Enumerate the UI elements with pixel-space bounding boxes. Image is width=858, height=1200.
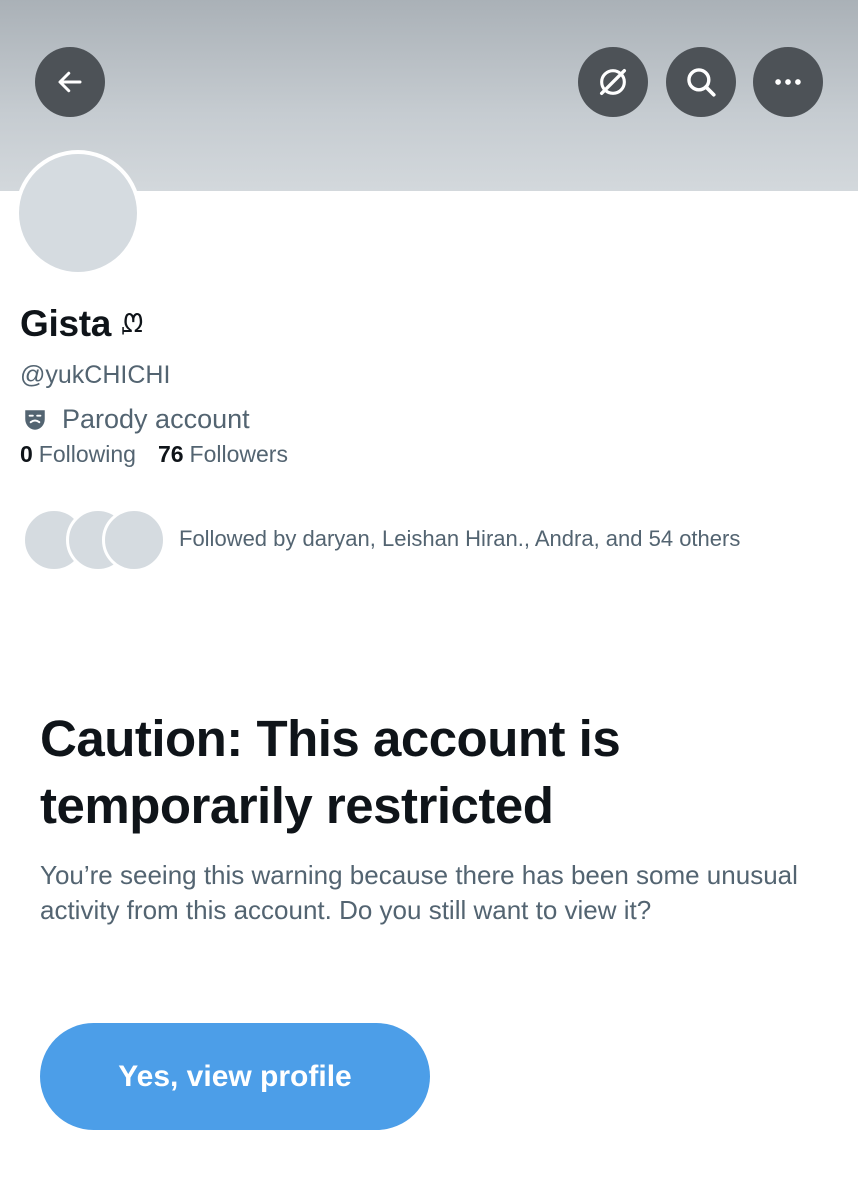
grok-button[interactable] (578, 47, 648, 117)
grok-icon (599, 68, 627, 96)
more-options-button[interactable] (753, 47, 823, 117)
arrow-left-icon (58, 71, 82, 93)
profile-name: Gista ᘻ (20, 303, 143, 345)
followers-count: 76 (157, 441, 184, 467)
followed-by-text: Followed by daryan, Leishan Hiran., Andr… (179, 526, 741, 551)
view-profile-button[interactable]: Yes, view profile (40, 1023, 430, 1130)
following-label: Following (38, 441, 136, 467)
back-button[interactable] (35, 47, 105, 117)
search-icon (687, 68, 716, 97)
warning-body: You’re seeing this warning because there… (40, 860, 798, 925)
followers-label: Followers (189, 441, 288, 467)
followers-link[interactable]: 76 Followers (158, 441, 288, 468)
profile-handle: @yukCHICHI (20, 361, 171, 389)
profile-avatar[interactable] (15, 150, 141, 276)
more-icon (775, 79, 801, 85)
parody-text: Parody account (62, 404, 250, 434)
search-button[interactable] (666, 47, 736, 117)
parody-label: Parody account (22, 404, 250, 435)
followed-by-row[interactable]: Followed by daryan, Leishan Hiran., Andr… (22, 508, 741, 572)
warning-title: Caution: This account is temporarily res… (40, 710, 621, 834)
display-name: Gista (20, 303, 112, 344)
theater-masks-icon (25, 409, 45, 430)
avatar-placeholder (19, 154, 137, 272)
follower-avatars (22, 508, 166, 572)
profile-stats: 0 Following 76 Followers (20, 441, 288, 468)
following-count: 0 (20, 441, 33, 467)
follower-avatar (102, 508, 166, 572)
name-badge-icon: ᘻ (121, 308, 143, 338)
following-link[interactable]: 0 Following (20, 441, 136, 468)
